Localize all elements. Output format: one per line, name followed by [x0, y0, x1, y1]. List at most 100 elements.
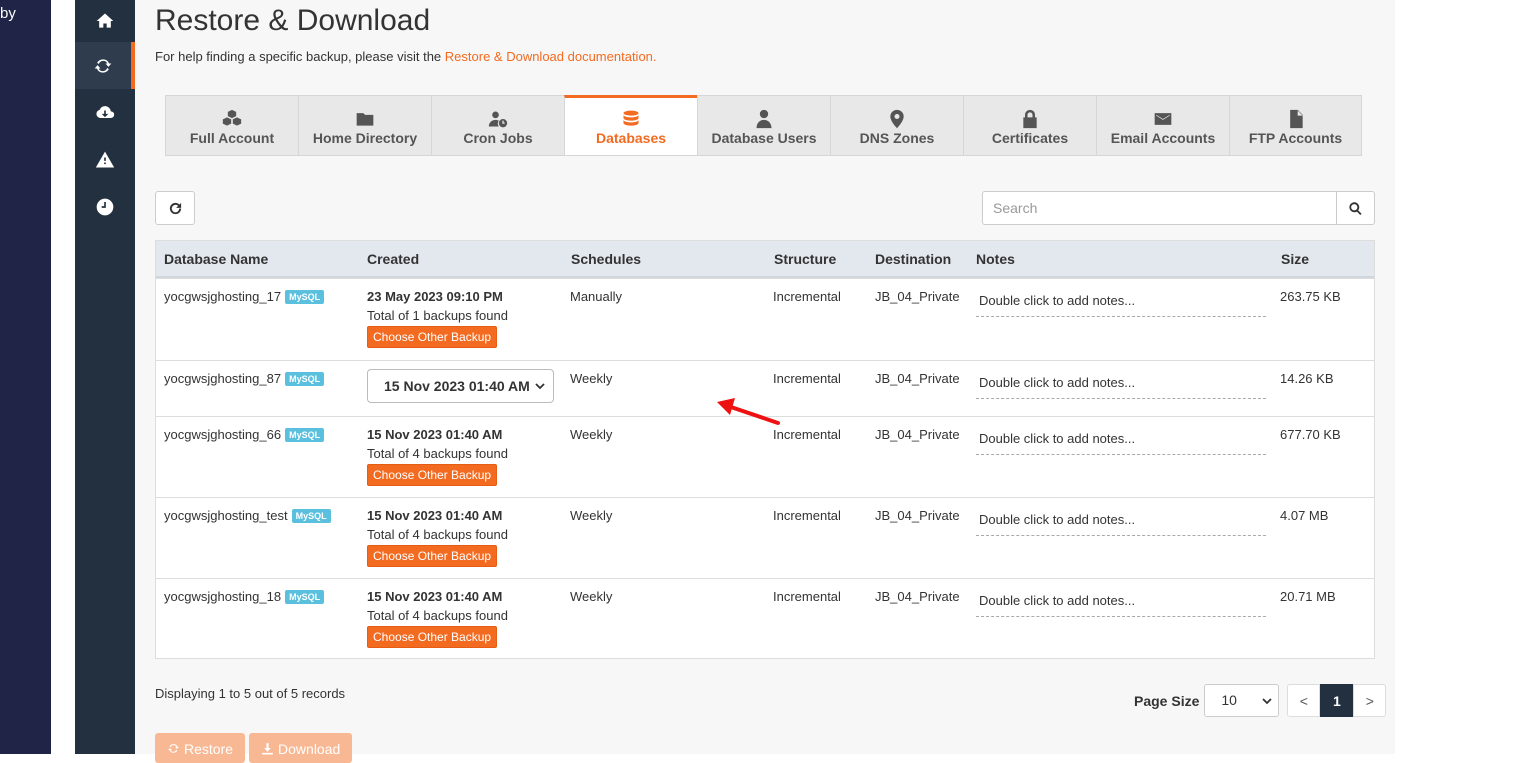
envelope-icon — [1154, 113, 1172, 125]
choose-other-backup-button[interactable]: Choose Other Backup — [367, 545, 498, 567]
size: 263.75 KB — [1280, 289, 1341, 304]
sync-icon — [168, 744, 179, 753]
tab-bar: Full Account Home Directory Cron Jobs Da… — [165, 95, 1362, 156]
notes-field[interactable]: Double click to add notes... — [976, 512, 1266, 536]
destination: JB_04_Private — [875, 371, 960, 386]
schedule: Manually — [570, 289, 623, 304]
backup-date-selected: 15 Nov 2023 01:40 AM — [384, 378, 530, 394]
page-size-label: Page Size — [1134, 692, 1200, 709]
tab-databases[interactable]: Databases — [564, 95, 697, 156]
table-header: Database Name Created Schedules Structur… — [156, 241, 1374, 278]
choose-other-backup-button[interactable]: Choose Other Backup — [367, 326, 498, 348]
header-schedules[interactable]: Schedules — [571, 251, 641, 267]
size: 14.26 KB — [1280, 371, 1334, 386]
choose-other-backup-button[interactable]: Choose Other Backup — [367, 626, 498, 648]
destination: JB_04_Private — [875, 427, 960, 442]
next-page-button[interactable]: > — [1353, 684, 1387, 717]
sidenav-item-restore[interactable] — [75, 42, 135, 89]
table-row[interactable]: yocgwsjghosting_18 MySQL 15 Nov 2023 01:4… — [156, 578, 1374, 658]
tab-email-accounts[interactable]: Email Accounts — [1096, 95, 1229, 156]
refresh-icon — [169, 202, 181, 214]
chevron-down-icon — [535, 383, 545, 390]
table-row[interactable]: yocgwsjghosting_17 MySQL 23 May 2023 09:1… — [156, 278, 1374, 360]
sidenav-item-download[interactable] — [75, 89, 135, 136]
user-tie-icon — [756, 109, 772, 129]
backups-count: Total of 4 backups found — [367, 608, 508, 623]
created-date: 15 Nov 2023 01:40 AM — [367, 589, 503, 604]
destination: JB_04_Private — [875, 508, 960, 523]
notes-field[interactable]: Double click to add notes... — [976, 593, 1266, 617]
cloud-download-icon — [96, 105, 115, 118]
header-structure[interactable]: Structure — [774, 251, 836, 267]
left-strip-text: by — [0, 5, 16, 22]
clock-icon — [96, 198, 114, 215]
backup-date-select[interactable]: 15 Nov 2023 01:40 AM — [367, 369, 554, 403]
prev-page-button[interactable]: < — [1287, 684, 1321, 717]
tab-ftp-accounts[interactable]: FTP Accounts — [1229, 95, 1362, 156]
mysql-badge: MySQL — [285, 590, 325, 604]
database-name: yocgwsjghosting_87 — [164, 371, 282, 386]
page-size-value: 10 — [1221, 692, 1237, 708]
size: 4.07 MB — [1280, 508, 1329, 523]
refresh-button[interactable] — [155, 191, 195, 225]
sidenav-item-home[interactable] — [75, 0, 135, 42]
side-nav — [75, 0, 135, 754]
tab-full-account[interactable]: Full Account — [165, 95, 298, 156]
home-icon — [96, 13, 114, 28]
structure: Incremental — [773, 508, 841, 523]
map-marker-icon — [890, 109, 904, 129]
sidenav-item-history[interactable] — [75, 183, 135, 230]
mysql-badge: MySQL — [291, 509, 331, 523]
mysql-badge: MySQL — [285, 428, 325, 442]
user-clock-icon — [488, 111, 508, 128]
created-date: 15 Nov 2023 01:40 AM — [367, 508, 503, 523]
warning-icon — [95, 151, 115, 167]
red-arrow-annotation — [717, 398, 780, 425]
header-notes[interactable]: Notes — [976, 251, 1015, 267]
main-content: Restore & Download For help finding a sp… — [135, 0, 1395, 763]
database-name: yocgwsjghosting_test — [164, 508, 288, 523]
notes-field[interactable]: Double click to add notes... — [976, 375, 1266, 399]
tab-database-users[interactable]: Database Users — [697, 95, 830, 156]
header-destination[interactable]: Destination — [875, 251, 951, 267]
notes-field[interactable]: Double click to add notes... — [976, 431, 1266, 455]
search-group — [982, 191, 1375, 225]
records-info: Displaying 1 to 5 out of 5 records — [155, 686, 346, 701]
structure: Incremental — [773, 371, 841, 386]
sync-icon — [94, 58, 112, 73]
page-size-select[interactable]: 10 — [1204, 684, 1280, 717]
created-date: 15 Nov 2023 01:40 AM — [367, 427, 503, 442]
schedule: Weekly — [570, 427, 613, 442]
structure: Incremental — [773, 589, 841, 604]
backups-count: Total of 4 backups found — [367, 527, 508, 542]
header-database-name[interactable]: Database Name — [164, 251, 268, 267]
database-name: yocgwsjghosting_66 — [164, 427, 282, 442]
tab-dns-zones[interactable]: DNS Zones — [830, 95, 963, 156]
tab-cron-jobs[interactable]: Cron Jobs — [431, 95, 564, 156]
size: 20.71 MB — [1280, 589, 1336, 604]
database-name: yocgwsjghosting_17 — [164, 289, 282, 304]
notes-field[interactable]: Double click to add notes... — [976, 293, 1266, 317]
backups-table: Database Name Created Schedules Structur… — [155, 240, 1375, 659]
tab-certificates[interactable]: Certificates — [963, 95, 1096, 156]
search-input[interactable] — [982, 191, 1336, 225]
table-row[interactable]: yocgwsjghosting_test MySQL 15 Nov 2023 01… — [156, 497, 1374, 578]
sidenav-item-warning[interactable] — [75, 136, 135, 183]
restore-button[interactable]: Restore — [155, 733, 246, 763]
search-button[interactable] — [1336, 191, 1375, 225]
choose-other-backup-button[interactable]: Choose Other Backup — [367, 464, 498, 486]
documentation-link[interactable]: Restore & Download documentation. — [445, 49, 657, 64]
page-title: Restore & Download — [155, 4, 431, 37]
search-icon — [1349, 201, 1362, 215]
destination: JB_04_Private — [875, 589, 960, 604]
mysql-badge: MySQL — [285, 290, 325, 304]
size: 677.70 KB — [1280, 427, 1341, 442]
page-1-button[interactable]: 1 — [1320, 684, 1354, 717]
cubes-icon — [222, 109, 242, 126]
action-buttons: Restore Download — [155, 733, 353, 763]
tab-home-directory[interactable]: Home Directory — [298, 95, 431, 156]
database-icon — [623, 110, 639, 126]
download-button[interactable]: Download — [249, 733, 353, 763]
header-size[interactable]: Size — [1281, 251, 1309, 267]
header-created[interactable]: Created — [367, 251, 419, 267]
